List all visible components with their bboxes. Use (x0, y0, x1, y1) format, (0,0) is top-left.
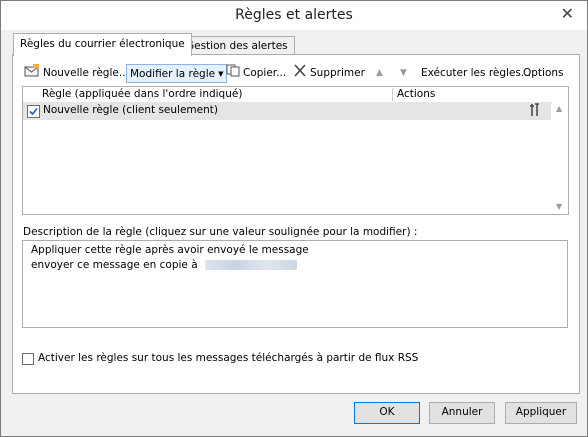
column-header-rule[interactable]: Règle (appliquée dans l'ordre indiqué) (42, 88, 242, 101)
new-rule-icon (24, 64, 40, 82)
column-divider (392, 88, 393, 101)
delete-button[interactable]: Supprimer (293, 64, 365, 82)
scroll-down-icon[interactable]: ▼ (556, 202, 562, 211)
redacted-recipient[interactable] (205, 260, 297, 270)
column-header-actions[interactable]: Actions (397, 88, 435, 101)
cancel-button[interactable]: Annuler (429, 402, 495, 424)
table-row[interactable]: Nouvelle règle (client seulement) (23, 102, 551, 120)
rule-enabled-checkbox[interactable] (27, 105, 40, 118)
delete-icon (293, 64, 307, 82)
description-text: envoyer ce message en copie à (31, 259, 198, 271)
ok-button[interactable]: OK (354, 402, 420, 424)
rss-rules-checkbox[interactable] (22, 353, 34, 365)
new-rule-label: Nouvelle règle... (43, 67, 129, 79)
rules-list-scrollbar[interactable]: ▲ ▼ (552, 102, 568, 213)
arrow-down-icon[interactable]: ▼ (400, 65, 407, 81)
modify-rule-dropdown[interactable]: Modifier la règle ▼ (126, 64, 228, 83)
close-icon[interactable]: ✕ (561, 4, 574, 23)
options-button[interactable]: Options (523, 65, 564, 81)
new-rule-button[interactable]: Nouvelle règle... (24, 64, 129, 82)
copy-label: Copier... (243, 67, 287, 79)
checkmark-icon (29, 107, 38, 116)
rss-rules-label[interactable]: Activer les règles sur tous les messages… (38, 352, 418, 364)
tab-email-rules[interactable]: Règles du courrier électronique (13, 33, 192, 56)
modify-rule-label: Modifier la règle (130, 67, 216, 80)
scroll-up-icon[interactable]: ▲ (556, 104, 562, 113)
chevron-down-icon: ▼ (218, 69, 224, 78)
copy-icon (226, 64, 240, 82)
rules-list-header: Règle (appliquée dans l'ordre indiqué) A… (23, 87, 568, 103)
description-line: Appliquer cette règle après avoir envoyé… (31, 244, 309, 256)
description-line: envoyer ce message en copie à (31, 259, 297, 271)
tools-icon[interactable] (528, 103, 542, 120)
run-rules-button[interactable]: Exécuter les règles... (421, 65, 531, 81)
arrow-up-icon[interactable]: ▲ (376, 65, 383, 81)
apply-button[interactable]: Appliquer (505, 402, 577, 424)
rules-list[interactable]: Règle (appliquée dans l'ordre indiqué) A… (22, 86, 569, 215)
copy-button[interactable]: Copier... (226, 64, 287, 82)
delete-label: Supprimer (310, 67, 365, 79)
rule-name: Nouvelle règle (client seulement) (43, 104, 218, 116)
window-title: Règles et alertes (235, 7, 353, 23)
rule-description-label: Description de la règle (cliquez sur une… (23, 226, 418, 238)
rule-description-box: Appliquer cette règle après avoir envoyé… (22, 240, 568, 328)
tab-manage-alerts[interactable]: Gestion des alertes (179, 36, 295, 55)
title-bar: Règles et alertes ✕ (1, 1, 587, 30)
